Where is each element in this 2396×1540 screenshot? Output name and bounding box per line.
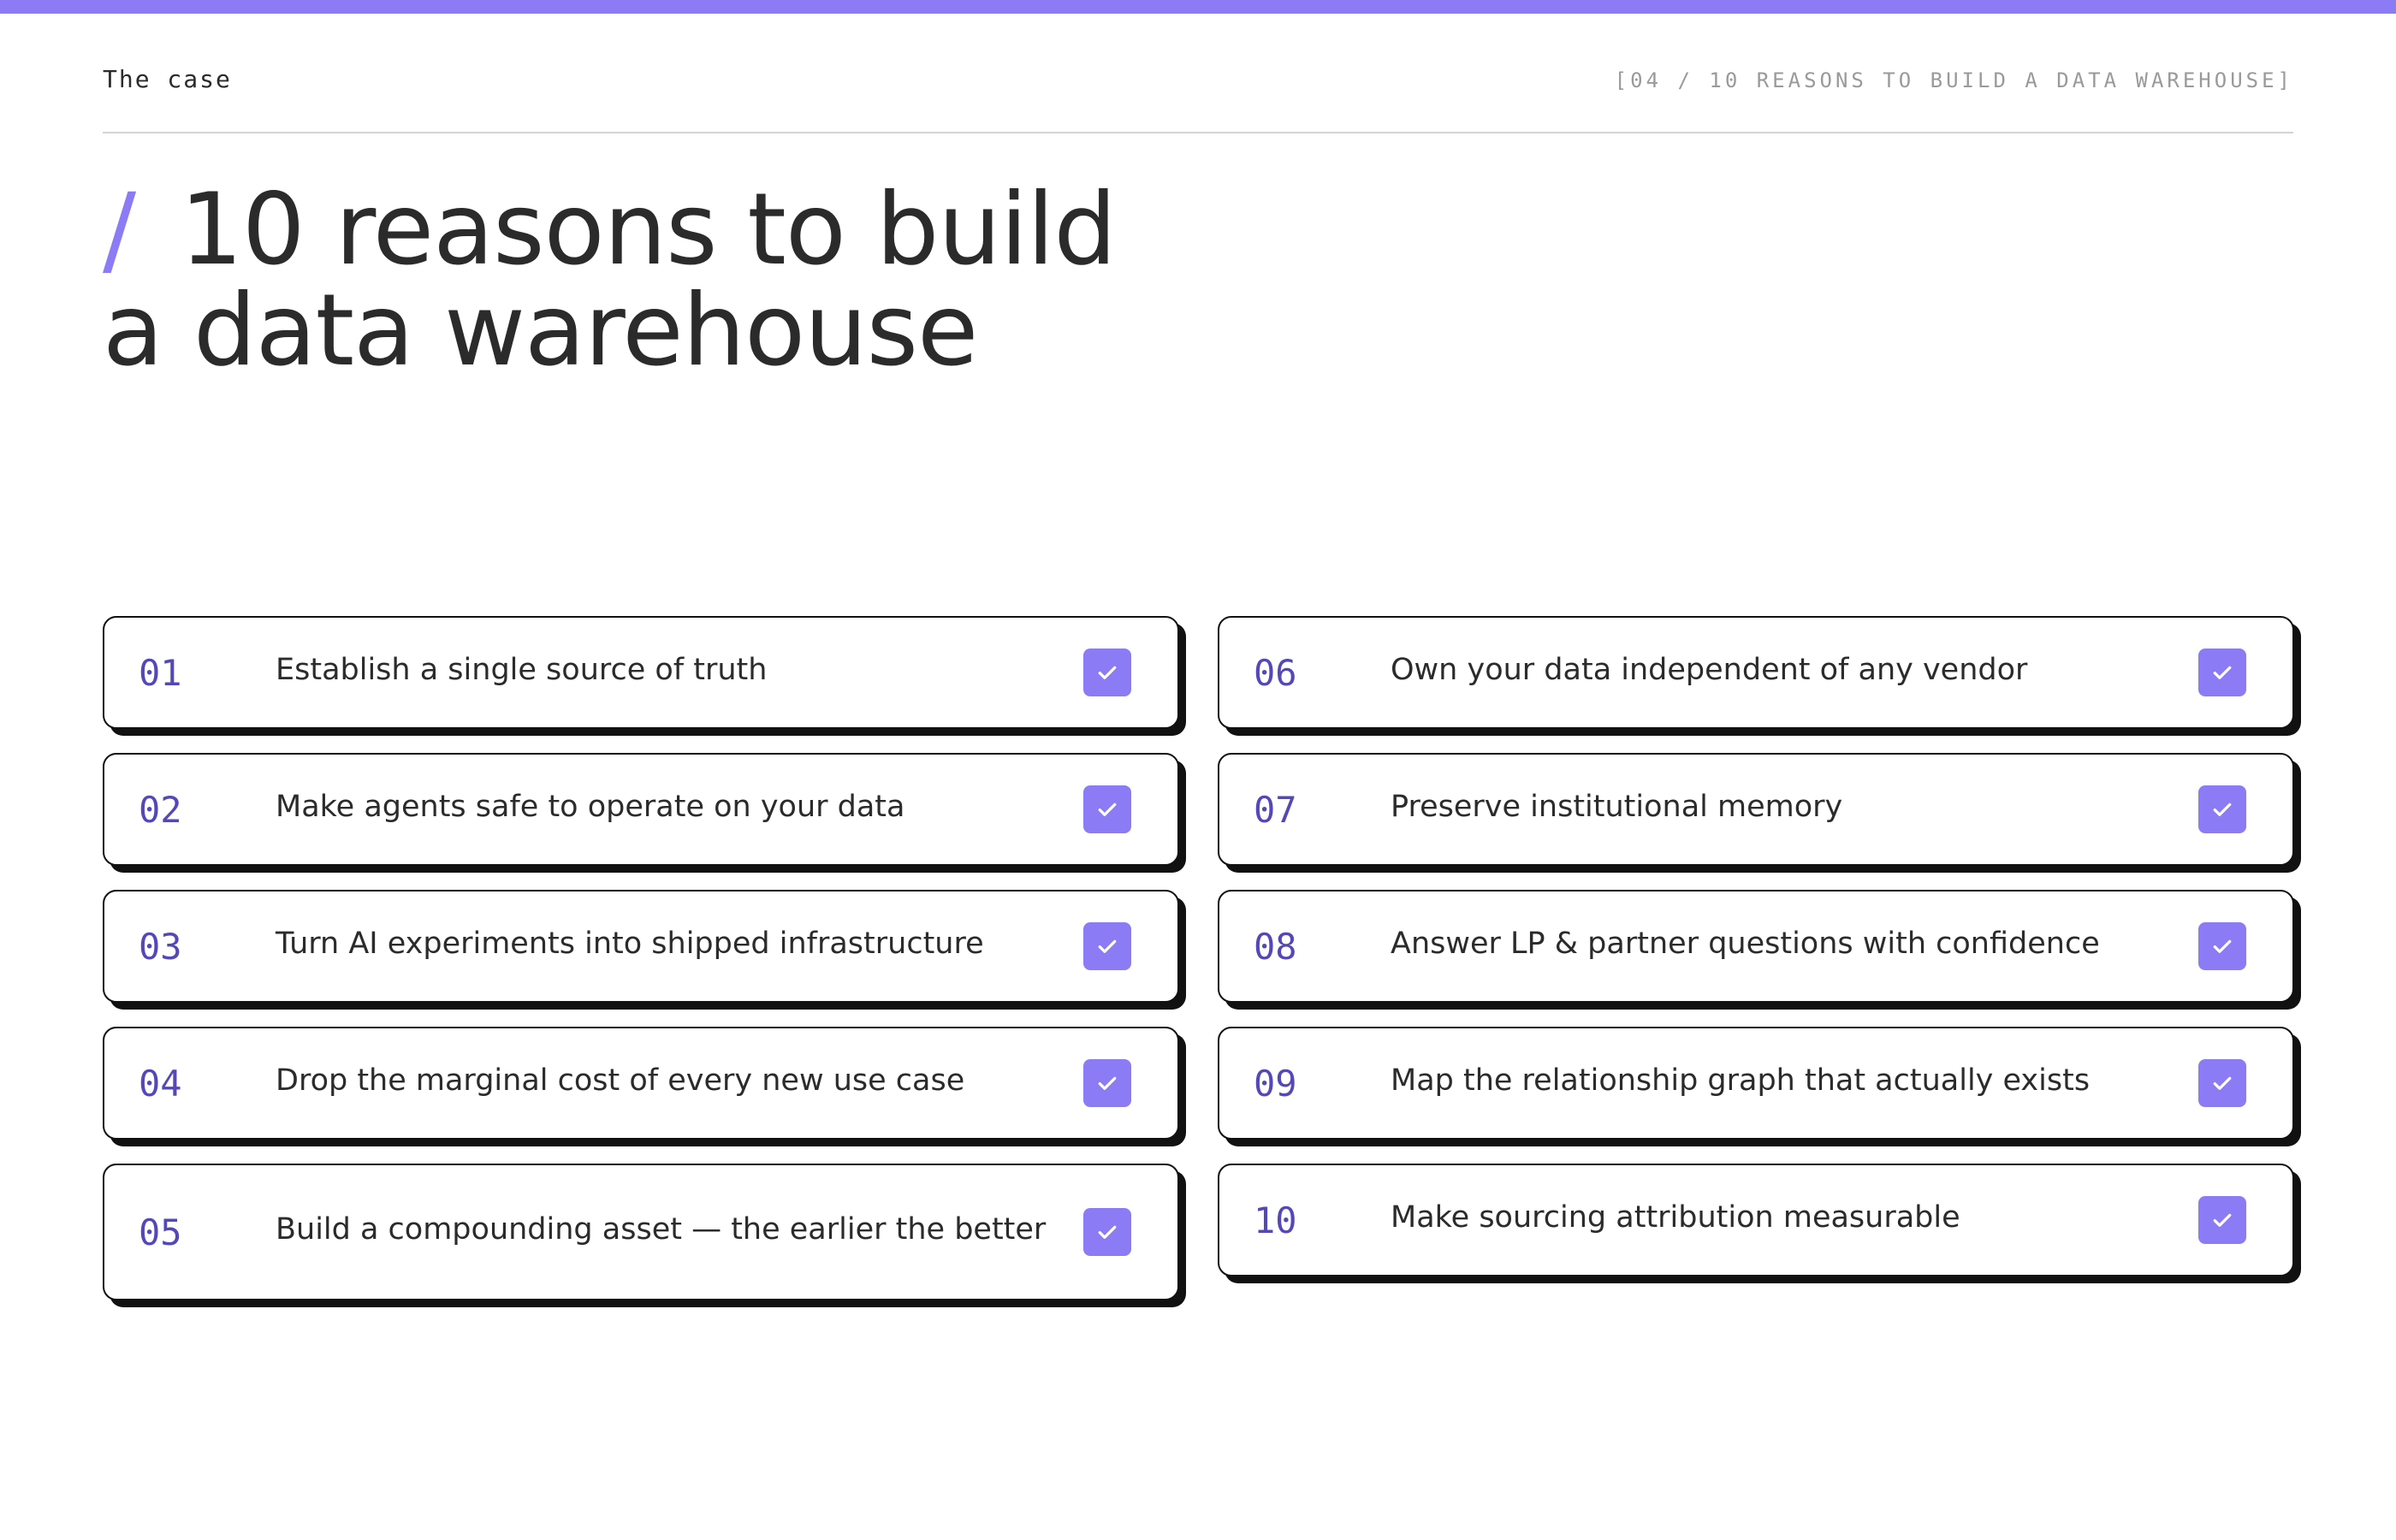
reason-card[interactable]: 10 Make sourcing attribution measurable [1218, 1164, 2294, 1276]
reason-number: 07 [1254, 788, 1297, 831]
reason-card[interactable]: 03 Turn AI experiments into shipped infr… [103, 890, 1179, 1003]
reason-number: 09 [1254, 1062, 1297, 1105]
reason-card[interactable]: 02 Make agents safe to operate on your d… [103, 753, 1179, 866]
reason-text: Preserve institutional memory [1391, 789, 1843, 824]
check-icon[interactable] [2198, 1059, 2246, 1107]
check-icon[interactable] [2198, 785, 2246, 833]
reasons-column-right: 06 Own your data independent of any vend… [1218, 616, 2300, 1300]
reason-text: Map the relationship graph that actually… [1391, 1063, 2091, 1098]
reason-number: 06 [1254, 651, 1297, 694]
page-title: /10 reasons to build a data warehouse [103, 180, 1643, 382]
top-accent-bar [0, 0, 2396, 14]
reason-text: Turn AI experiments into shipped infrast… [276, 926, 984, 961]
reason-card[interactable]: 05 Build a compounding asset — the earli… [103, 1164, 1179, 1300]
check-icon[interactable] [2198, 922, 2246, 970]
reason-number: 04 [139, 1062, 182, 1105]
reason-number: 02 [139, 788, 182, 831]
reason-number: 03 [139, 925, 182, 968]
check-icon[interactable] [2198, 1196, 2246, 1244]
title-slash-mark: / [103, 172, 136, 287]
page-reference: [04 / 10 REASONS TO BUILD A DATA WAREHOU… [1614, 68, 2293, 92]
check-icon[interactable] [2198, 649, 2246, 696]
reason-number: 01 [139, 651, 182, 694]
check-icon[interactable] [1083, 785, 1131, 833]
reason-number: 08 [1254, 925, 1297, 968]
reason-text: Own your data independent of any vendor [1391, 652, 2028, 687]
page-header: The case [04 / 10 REASONS TO BUILD A DAT… [103, 60, 2293, 133]
reason-text: Build a compounding asset — the earlier … [276, 1211, 1047, 1247]
title-line-1: 10 reasons to build [180, 172, 1117, 287]
section-label: The case [103, 65, 232, 93]
check-icon[interactable] [1083, 649, 1131, 696]
reason-card[interactable]: 06 Own your data independent of any vend… [1218, 616, 2294, 729]
reasons-column-left: 01 Establish a single source of truth 02… [103, 616, 1185, 1300]
check-icon[interactable] [1083, 922, 1131, 970]
reason-text: Make agents safe to operate on your data [276, 789, 905, 824]
reason-card[interactable]: 07 Preserve institutional memory [1218, 753, 2294, 866]
reason-card[interactable]: 01 Establish a single source of truth [103, 616, 1179, 729]
reason-card[interactable]: 08 Answer LP & partner questions with co… [1218, 890, 2294, 1003]
title-line-2: a data warehouse [103, 273, 978, 388]
check-icon[interactable] [1083, 1059, 1131, 1107]
reason-number: 05 [139, 1211, 182, 1253]
reason-text: Make sourcing attribution measurable [1391, 1199, 1960, 1235]
reason-card[interactable]: 04 Drop the marginal cost of every new u… [103, 1027, 1179, 1140]
check-icon[interactable] [1083, 1208, 1131, 1256]
reason-card[interactable]: 09 Map the relationship graph that actua… [1218, 1027, 2294, 1140]
reason-text: Answer LP & partner questions with confi… [1391, 926, 2100, 961]
reasons-grid: 01 Establish a single source of truth 02… [103, 616, 2300, 1300]
reason-text: Drop the marginal cost of every new use … [276, 1063, 965, 1098]
reason-number: 10 [1254, 1199, 1297, 1241]
reason-text: Establish a single source of truth [276, 652, 768, 687]
